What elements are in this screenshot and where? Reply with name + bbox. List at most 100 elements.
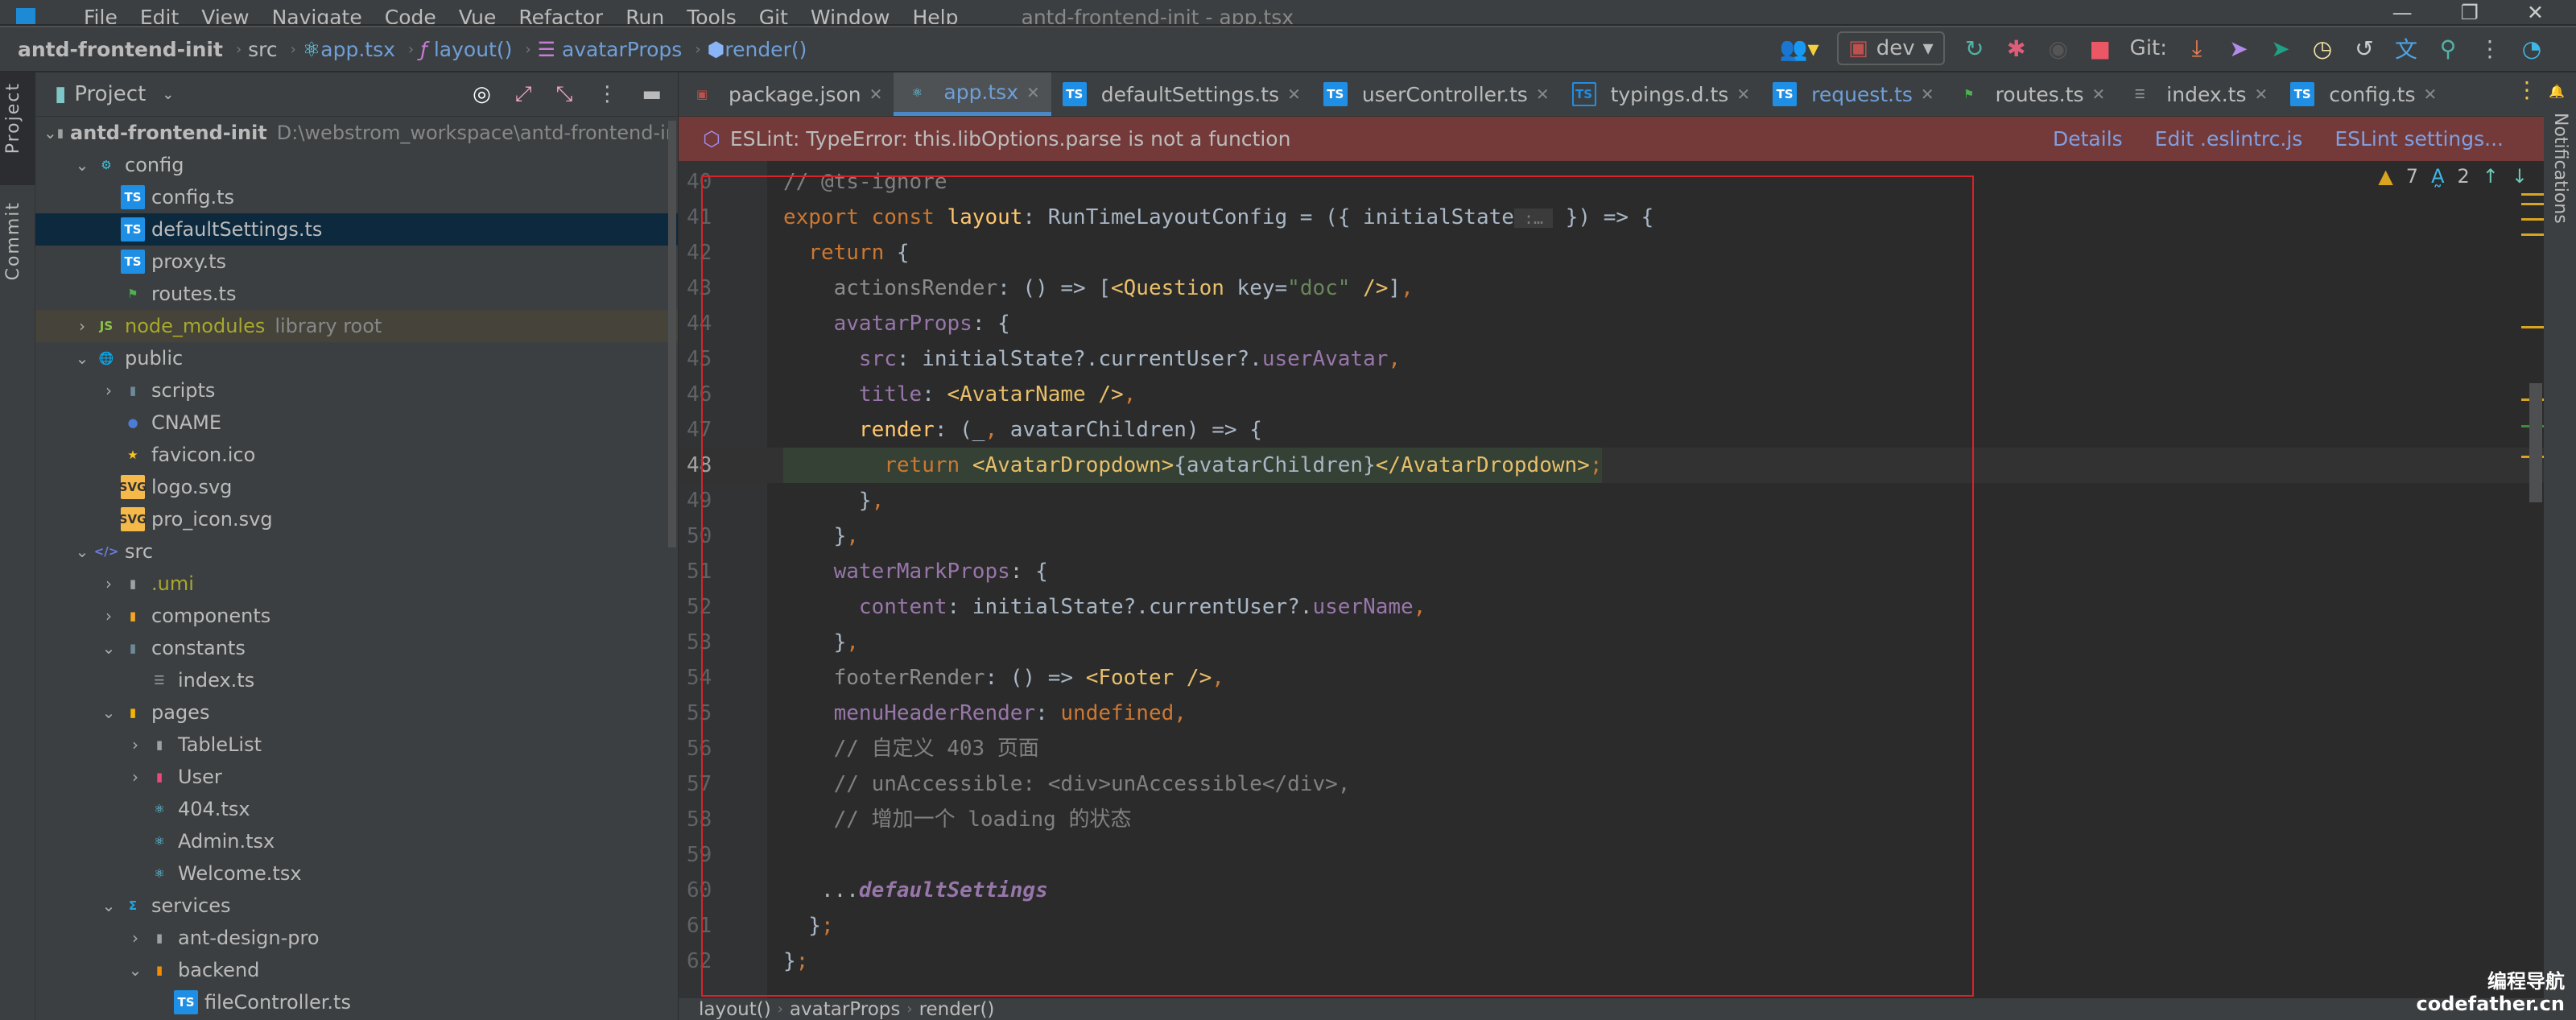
eslint-settings-link[interactable]: ESLint settings... (2334, 127, 2504, 151)
tree-item[interactable]: › ▮ TableList (35, 729, 678, 761)
tab-usercontroller-ts[interactable]: TS userController.ts ✕ (1312, 72, 1561, 116)
close-tab-icon[interactable]: ✕ (1536, 85, 1550, 104)
close-tab-icon[interactable]: ✕ (2092, 85, 2106, 104)
menu-git[interactable]: Git (759, 8, 788, 24)
tab-index-ts[interactable]: ☰ index.ts ✕ (2116, 72, 2279, 116)
crumb-file[interactable]: app.tsx (320, 38, 395, 61)
history-icon[interactable]: ◷ (2310, 35, 2334, 62)
tree-item[interactable]: TS config.ts (35, 181, 678, 213)
chevron-right-icon[interactable]: › (97, 381, 121, 400)
menu-code[interactable]: Code (385, 8, 436, 24)
menu-window[interactable]: Window (811, 8, 890, 24)
chevron-down-icon[interactable]: ⌄ (70, 542, 94, 561)
project-view-selector[interactable]: Project (74, 82, 146, 106)
tree-item[interactable]: ⌄ ▮ pages (35, 696, 678, 729)
chevron-right-icon[interactable]: › (70, 316, 94, 336)
chevron-right-icon[interactable]: › (97, 606, 121, 626)
tree-item[interactable]: ⌄ 🌐 public (35, 342, 678, 374)
tree-item[interactable]: ⌄ ⚙ config (35, 149, 678, 181)
tab-request-ts[interactable]: TS request.ts ✕ (1761, 72, 1946, 116)
menu-view[interactable]: View (201, 8, 249, 24)
tree-item[interactable]: › ▮ scripts (35, 374, 678, 407)
menu-tools[interactable]: Tools (687, 8, 737, 24)
footer-crumb-render[interactable]: render() (919, 999, 995, 1020)
tree-item[interactable]: › ▮ ant-design-pro (35, 922, 678, 954)
tree-item[interactable]: SVG logo.svg (35, 471, 678, 503)
editor-scrollbar[interactable] (2529, 383, 2542, 502)
chevron-down-icon[interactable]: ⌄ (70, 155, 94, 175)
tabs-more-icon[interactable]: ⋮ (2516, 76, 2538, 103)
minimize-icon[interactable]: — (2392, 1, 2413, 24)
run-config-selector[interactable]: ▣ dev ▾ (1837, 31, 1945, 65)
tab-defaultsettings-ts[interactable]: TS defaultSettings.ts ✕ (1051, 72, 1312, 116)
tree-item[interactable]: › ▮ User (35, 761, 678, 793)
git-commit-icon[interactable]: ➤ (2227, 35, 2251, 62)
tree-item[interactable]: ⌄ ▮ constants (35, 632, 678, 664)
collapse-all-icon[interactable]: ⤡ (556, 82, 573, 107)
debug-icon[interactable]: ✱ (2004, 35, 2029, 62)
chevron-right-icon[interactable]: › (123, 767, 147, 787)
menu-file[interactable]: File (84, 8, 118, 24)
stop-icon[interactable]: ■ (2088, 35, 2112, 62)
tree-item[interactable]: ⌄ Σservices (35, 890, 678, 922)
crumb-layout[interactable]: layout() (434, 38, 513, 61)
tree-item[interactable]: ☰ index.ts (35, 664, 678, 696)
tree-item[interactable]: ⌄ ▮ antd-frontend-init D:\webstrom_workspac… (35, 117, 678, 149)
tree-item[interactable]: ⚛ Welcome.tsx (35, 857, 678, 890)
close-tab-icon[interactable]: ✕ (1736, 85, 1750, 104)
chevron-down-icon[interactable]: ⌄ (123, 960, 147, 980)
tree-item[interactable]: SVG pro_icon.svg (35, 503, 678, 535)
stripe-mark[interactable] (2521, 218, 2544, 221)
close-window-icon[interactable]: ✕ (2527, 1, 2544, 24)
close-tab-icon[interactable]: ✕ (1287, 85, 1301, 104)
chevron-down-icon[interactable]: ⌄ (43, 123, 57, 142)
footer-crumb-avatarprops[interactable]: avatarProps (790, 999, 900, 1020)
rerun-icon[interactable]: ↻ (1963, 35, 1987, 62)
tree-item[interactable]: TS defaultSettings.ts (35, 213, 678, 246)
chevron-down-icon[interactable]: ⌄ (70, 349, 94, 368)
restore-icon[interactable]: ❐ (2461, 1, 2479, 24)
crumb-project[interactable]: antd-frontend-init (18, 38, 223, 61)
menu-refactor[interactable]: Refactor (518, 8, 603, 24)
tree-item[interactable]: ● CNAME (35, 407, 678, 439)
tree-item[interactable]: ⚛ Admin.tsx (35, 825, 678, 857)
menu-vue[interactable]: Vue (459, 8, 497, 24)
chevron-right-icon[interactable]: › (97, 574, 121, 593)
tree-item[interactable]: › JS node_modules library root (35, 310, 678, 342)
tab-app-tsx[interactable]: ⚛ app.tsx ✕ (894, 72, 1051, 116)
close-tab-icon[interactable]: ✕ (2254, 85, 2268, 104)
inspection-widget[interactable]: ▲ 7 A̰ 2 ↑ ↓ (2378, 165, 2528, 188)
error-stripe[interactable] (2512, 161, 2544, 998)
tab-package-json[interactable]: ▣ package.json ✕ (679, 72, 894, 116)
chevron-down-icon[interactable]: ⌄ (97, 896, 121, 915)
more-icon[interactable]: ⋮ (2478, 35, 2502, 62)
step-icon[interactable]: ◉ (2046, 35, 2070, 62)
options-icon[interactable]: ⋮ (597, 82, 617, 106)
tree-item[interactable]: ⚑ routes.ts (35, 278, 678, 310)
stripe-mark[interactable] (2521, 233, 2544, 236)
tree-item[interactable]: TS fileController.ts (35, 986, 678, 1018)
crumb-avatarprops[interactable]: avatarProps (562, 38, 682, 61)
tab-typings-d-ts[interactable]: TS typings.d.ts ✕ (1561, 72, 1762, 116)
tree-item[interactable]: TS proxy.ts (35, 246, 678, 278)
tree-item[interactable]: › ▮ components (35, 600, 678, 632)
previous-issue-icon[interactable]: ↑ (2483, 165, 2499, 188)
edit-eslintrc-link[interactable]: Edit .eslintrc.js (2155, 127, 2303, 151)
chevron-right-icon[interactable]: › (123, 735, 147, 754)
close-tab-icon[interactable]: ✕ (2424, 85, 2438, 104)
git-update-icon[interactable]: ⤓ (2185, 35, 2209, 61)
footer-crumb-layout[interactable]: layout() (699, 999, 771, 1020)
menu-help[interactable]: Help (913, 8, 959, 24)
stripe-mark[interactable] (2521, 193, 2544, 196)
close-tab-icon[interactable]: ✕ (1921, 85, 1934, 104)
tab-config-ts[interactable]: TS config.ts ✕ (2279, 72, 2448, 116)
chevron-down-icon[interactable]: ⌄ (162, 86, 174, 103)
close-tab-icon[interactable]: ✕ (1026, 83, 1040, 102)
locate-icon[interactable]: ◎ (473, 82, 491, 106)
stripe-mark[interactable] (2521, 326, 2544, 328)
tree-scrollbar[interactable] (668, 121, 676, 547)
rollback-icon[interactable]: ↺ (2352, 35, 2376, 62)
tree-item[interactable]: › ▮ .umi (35, 568, 678, 600)
menu-run[interactable]: Run (625, 8, 664, 24)
tab-commit[interactable]: Commit (3, 201, 23, 280)
